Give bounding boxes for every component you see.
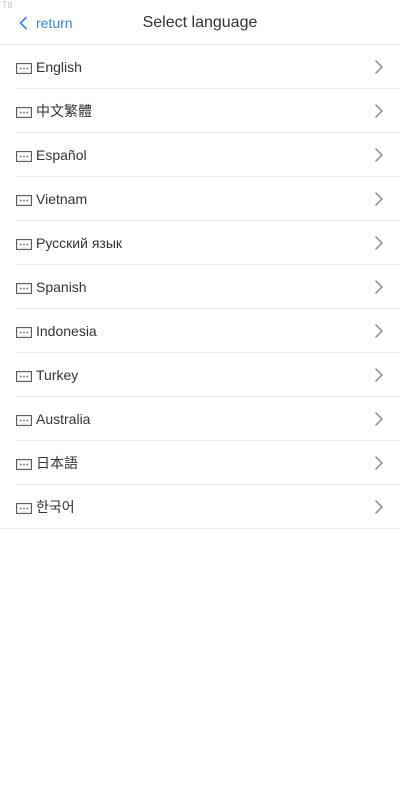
chevron-right-icon <box>374 103 384 119</box>
language-item[interactable]: Vietnam <box>16 177 400 221</box>
language-item[interactable]: Русский язык <box>16 221 400 265</box>
chevron-right-icon <box>374 455 384 471</box>
language-label: English <box>36 58 82 75</box>
keyboard-icon <box>16 149 32 162</box>
keyboard-icon <box>16 105 32 118</box>
chevron-right-icon <box>374 147 384 163</box>
language-label: Indonesia <box>36 322 97 339</box>
language-item[interactable]: Spanish <box>16 265 400 309</box>
chevron-right-icon <box>374 59 384 75</box>
language-select-page: T8 return Select language English 中文繁體 E… <box>0 0 400 800</box>
language-label: Australia <box>36 410 91 427</box>
header-bar: return Select language <box>0 0 400 45</box>
language-item[interactable]: Indonesia <box>16 309 400 353</box>
language-item[interactable]: Español <box>16 133 400 177</box>
chevron-right-icon <box>374 499 384 515</box>
chevron-right-icon <box>374 323 384 339</box>
language-label: 한국어 <box>36 498 75 515</box>
keyboard-icon <box>16 457 32 470</box>
language-list: English 中文繁體 Español Vietnam Русский язы… <box>0 45 400 529</box>
keyboard-icon <box>16 193 32 206</box>
chevron-right-icon <box>374 191 384 207</box>
chevron-right-icon <box>374 367 384 383</box>
keyboard-icon <box>16 325 32 338</box>
keyboard-icon <box>16 281 32 294</box>
keyboard-icon <box>16 413 32 426</box>
language-label: Spanish <box>36 278 87 295</box>
language-label: 中文繁體 <box>36 102 92 119</box>
keyboard-icon <box>16 369 32 382</box>
keyboard-icon <box>16 61 32 74</box>
chevron-right-icon <box>374 279 384 295</box>
language-item[interactable]: 中文繁體 <box>16 89 400 133</box>
language-label: Español <box>36 146 87 163</box>
language-label: Русский язык <box>36 234 123 251</box>
language-label: Vietnam <box>36 190 88 207</box>
language-item[interactable]: Australia <box>16 397 400 441</box>
language-label: Turkey <box>36 366 79 383</box>
chevron-right-icon <box>374 411 384 427</box>
language-item[interactable]: 日本語 <box>16 441 400 485</box>
keyboard-icon <box>16 237 32 250</box>
page-title: Select language <box>142 14 258 31</box>
language-item[interactable]: 한국어 <box>0 485 400 529</box>
language-item[interactable]: Turkey <box>16 353 400 397</box>
keyboard-icon <box>16 501 32 514</box>
language-item[interactable]: English <box>16 45 400 89</box>
chevron-right-icon <box>374 235 384 251</box>
language-label: 日本語 <box>36 454 78 471</box>
